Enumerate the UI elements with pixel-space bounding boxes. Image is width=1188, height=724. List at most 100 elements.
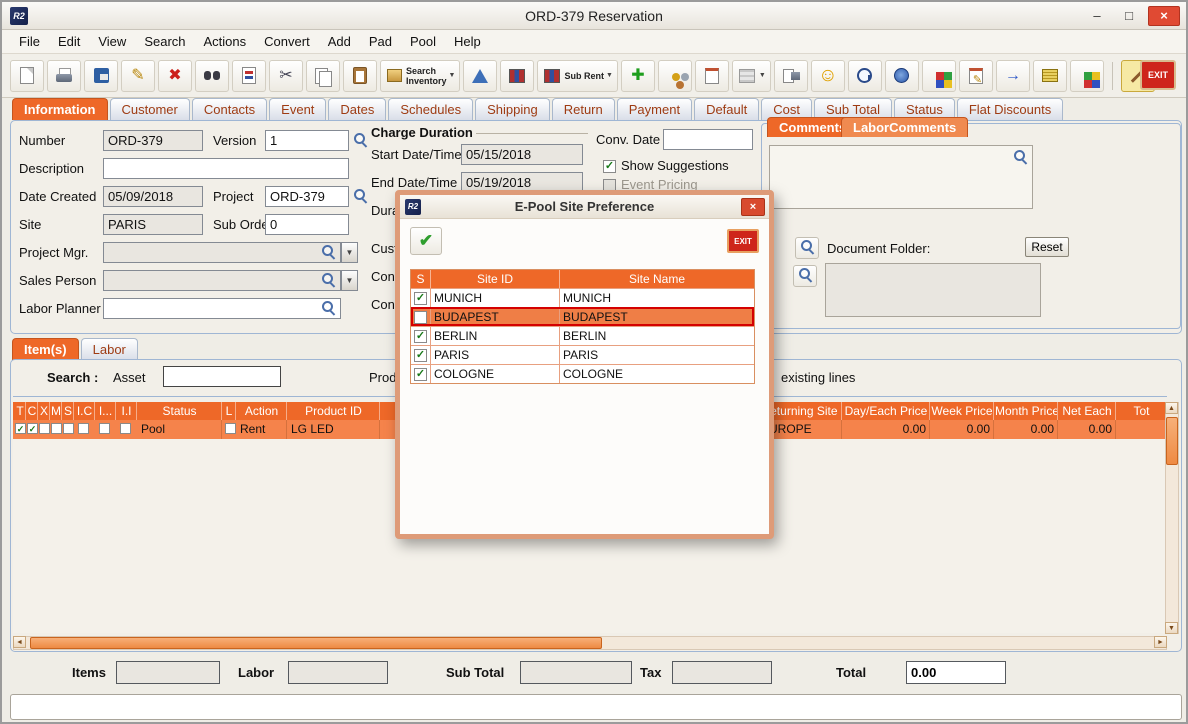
show-suggestions-checkbox[interactable]: ✓ — [603, 160, 616, 173]
col-header-day-each-price[interactable]: Day/Each Price — [843, 402, 930, 420]
col-header[interactable]: I.I — [117, 402, 137, 420]
description-field[interactable] — [103, 158, 349, 179]
col-header[interactable]: L — [223, 402, 236, 420]
col-header[interactable]: I.C — [75, 402, 95, 420]
price-list-button[interactable] — [1033, 60, 1067, 92]
horizontal-scrollbar[interactable]: ◄ ► — [13, 636, 1167, 650]
print-button[interactable] — [47, 60, 81, 92]
add-line-button[interactable]: ✚ — [621, 60, 655, 92]
vertical-scroll-thumb[interactable] — [1166, 417, 1178, 465]
col-header[interactable]: M — [51, 402, 62, 420]
site-row-paris[interactable]: ✓ PARIS PARIS — [411, 345, 754, 364]
col-header-week-price[interactable]: Week Price — [931, 402, 994, 420]
version-field[interactable] — [265, 130, 349, 151]
col-header-month-price[interactable]: Month Price — [995, 402, 1058, 420]
copy-button[interactable] — [306, 60, 340, 92]
menu-pad[interactable]: Pad — [360, 30, 401, 54]
notes-button[interactable] — [695, 60, 729, 92]
project-search-icon[interactable] — [353, 188, 368, 203]
project-mgr-search-icon[interactable] — [321, 244, 336, 259]
schedule-grid-button[interactable] — [500, 60, 534, 92]
col-header-status[interactable]: Status — [138, 402, 222, 420]
document-folder-search-button[interactable] — [795, 237, 819, 259]
minimize-button[interactable]: – — [1084, 6, 1110, 26]
menu-add[interactable]: Add — [319, 30, 360, 54]
sub-total-field[interactable] — [520, 661, 632, 684]
row-checkbox[interactable] — [99, 423, 110, 434]
horizontal-scroll-thumb[interactable] — [30, 637, 602, 649]
site-row-cologne[interactable]: ✓ COLOGNE COLOGNE — [411, 364, 754, 383]
number-field[interactable] — [103, 130, 203, 151]
tab-default[interactable]: Default — [694, 98, 759, 120]
site-row-munich[interactable]: ✓ MUNICH MUNICH — [411, 288, 754, 307]
vertical-scrollbar[interactable]: ▲ ▼ — [1165, 402, 1179, 634]
menu-view[interactable]: View — [89, 30, 135, 54]
labor-planner-field[interactable] — [103, 298, 341, 319]
project-mgr-field[interactable] — [103, 242, 341, 263]
total-field[interactable] — [906, 661, 1006, 684]
col-header-net-each[interactable]: Net Each — [1059, 402, 1116, 420]
asset-search-input[interactable] — [163, 366, 281, 387]
col-header-s[interactable]: S — [411, 270, 431, 288]
availability-button[interactable] — [463, 60, 497, 92]
col-header[interactable]: T — [15, 402, 26, 420]
row-checkbox[interactable] — [225, 423, 236, 434]
scroll-left-button[interactable]: ◄ — [13, 636, 26, 648]
menu-edit[interactable]: Edit — [49, 30, 89, 54]
row-checkbox[interactable] — [39, 423, 50, 434]
tab-items[interactable]: Item(s) — [12, 338, 79, 360]
site-row-berlin[interactable]: ✓ BERLIN BERLIN — [411, 326, 754, 345]
scroll-right-button[interactable]: ► — [1154, 636, 1167, 648]
edit-button[interactable]: ✎ — [121, 60, 155, 92]
col-header[interactable]: S — [63, 402, 74, 420]
sales-person-search-icon[interactable] — [321, 272, 336, 287]
col-header[interactable]: X — [39, 402, 50, 420]
menu-help[interactable]: Help — [445, 30, 490, 54]
col-header-product-id[interactable]: Product ID — [288, 402, 380, 420]
close-button[interactable]: × — [1148, 6, 1180, 26]
tab-information[interactable]: Information — [12, 98, 108, 120]
col-header-total[interactable]: Tot — [1117, 402, 1167, 420]
edit-notes-button[interactable]: ✎ — [959, 60, 993, 92]
row-checkbox[interactable] — [120, 423, 131, 434]
comments-textarea[interactable] — [769, 145, 1033, 209]
cut-button[interactable]: ✂ — [269, 60, 303, 92]
sales-person-dropdown[interactable]: ▼ — [341, 270, 358, 291]
col-header-site-name[interactable]: Site Name — [560, 270, 754, 288]
tab-contacts[interactable]: Contacts — [192, 98, 267, 120]
labor-planner-search-icon[interactable] — [321, 300, 336, 315]
dialog-exit-button[interactable]: EXIT — [727, 229, 759, 253]
tab-payment[interactable]: Payment — [617, 98, 692, 120]
comments-search-icon[interactable] — [1013, 149, 1028, 164]
scroll-up-button[interactable]: ▲ — [1165, 402, 1178, 414]
web-button[interactable] — [885, 60, 919, 92]
menu-search[interactable]: Search — [135, 30, 194, 54]
group-items-button[interactable] — [658, 60, 692, 92]
site-checkbox[interactable]: ✓ — [414, 349, 427, 362]
site-checkbox[interactable]: ✓ — [414, 292, 427, 305]
date-created-field[interactable] — [103, 186, 203, 207]
project-mgr-dropdown[interactable]: ▼ — [341, 242, 358, 263]
col-header[interactable]: C — [27, 402, 38, 420]
sub-rent-button[interactable]: Sub Rent ▼ — [537, 60, 617, 92]
time-button[interactable] — [848, 60, 882, 92]
project-field[interactable] — [265, 186, 349, 207]
items-total-field[interactable] — [116, 661, 220, 684]
row-checkbox[interactable] — [51, 423, 62, 434]
tab-flat-discounts[interactable]: Flat Discounts — [957, 98, 1063, 120]
configuration-cube-button[interactable] — [922, 60, 956, 92]
tab-dates[interactable]: Dates — [328, 98, 386, 120]
convert-document-button[interactable] — [232, 60, 266, 92]
menu-pool[interactable]: Pool — [401, 30, 445, 54]
site-checkbox[interactable]: ✓ — [414, 368, 427, 381]
find-button[interactable] — [195, 60, 229, 92]
site-checkbox[interactable] — [414, 311, 427, 324]
new-document-button[interactable] — [10, 60, 44, 92]
reset-button[interactable]: Reset — [1025, 237, 1069, 257]
paste-button[interactable] — [343, 60, 377, 92]
tab-schedules[interactable]: Schedules — [388, 98, 473, 120]
site-row-budapest[interactable]: BUDAPEST BUDAPEST — [411, 307, 754, 326]
col-header-action[interactable]: Action — [237, 402, 287, 420]
print-report-button[interactable] — [774, 60, 808, 92]
color-stack-button[interactable] — [1070, 60, 1104, 92]
